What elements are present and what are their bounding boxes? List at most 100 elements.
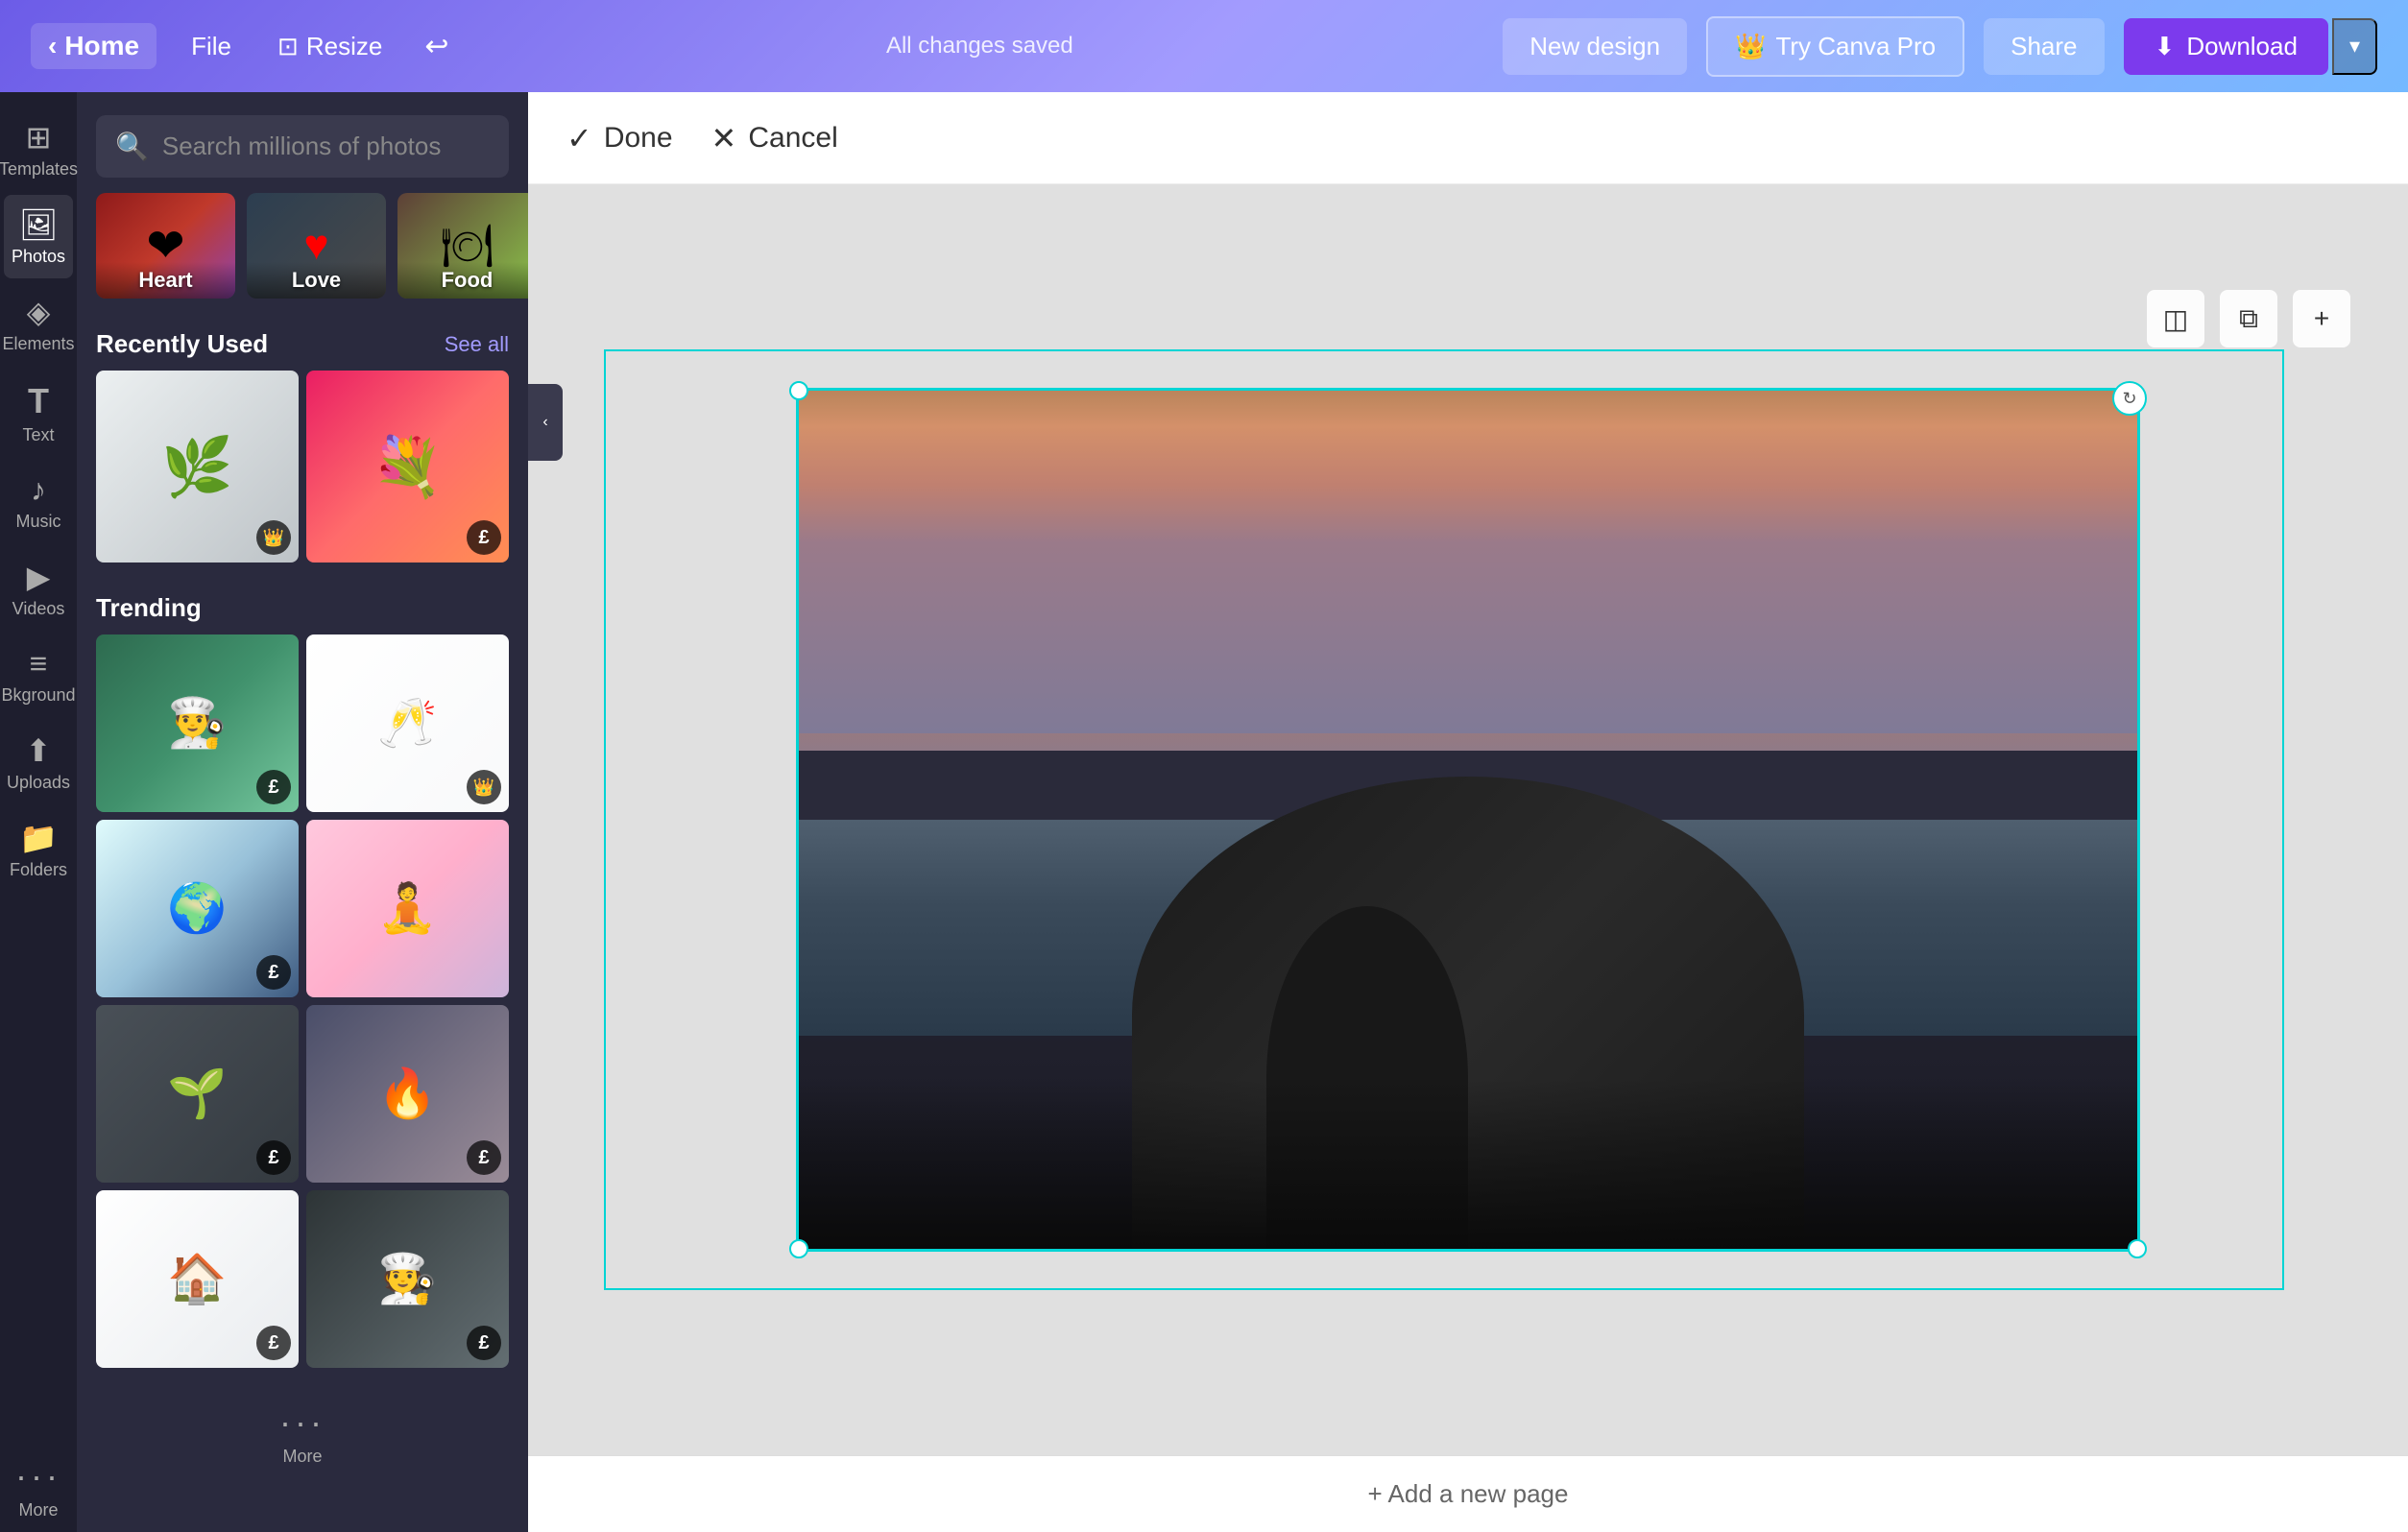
sidebar-item-more[interactable]: ··· More: [4, 1445, 73, 1532]
sidebar-item-videos[interactable]: ▶ Videos: [4, 547, 73, 631]
search-bar: 🔍: [96, 115, 509, 178]
sidebar-item-music[interactable]: ♪ Music: [4, 461, 73, 543]
recently-used-header: Recently Used See all: [77, 314, 528, 371]
sidebar-photos-label: Photos: [12, 247, 65, 267]
photos-icon: 🖼: [19, 206, 59, 243]
sidebar-background-label: Bkground: [1, 685, 75, 706]
folders-icon: 📁: [19, 820, 58, 856]
new-design-button[interactable]: New design: [1503, 18, 1687, 75]
uploads-icon: ⬆: [26, 732, 52, 769]
check-icon: ✓: [566, 120, 592, 156]
resize-icon: ⊡: [277, 32, 299, 61]
sidebar-folders-label: Folders: [10, 860, 67, 880]
done-button[interactable]: ✓ Done: [566, 120, 673, 156]
foreground-dark: [796, 1079, 2140, 1252]
trending-title: Trending: [96, 593, 202, 623]
sidebar-templates-label: Templates: [0, 159, 78, 180]
canvas-floating-toolbar: ◫ ⧉ +: [2147, 290, 2350, 347]
trending-photo-2[interactable]: 🥂 👑: [306, 634, 509, 812]
search-icon: 🔍: [115, 131, 149, 162]
hide-panel-button[interactable]: ‹: [528, 384, 563, 461]
videos-icon: ▶: [27, 559, 51, 595]
copy-style-button[interactable]: ◫: [2147, 290, 2204, 347]
duplicate-button[interactable]: ⧉: [2220, 290, 2277, 347]
chip-food-label: Food: [397, 262, 528, 299]
recently-used-grid: 🌿 👑 💐 £: [77, 371, 528, 578]
sidebar-item-templates[interactable]: ⊞ Templates: [4, 108, 73, 191]
top-navigation: ‹ Home File ⊡ Resize ↩ All changes saved…: [0, 0, 2408, 92]
crown-icon: 👑: [1735, 32, 1766, 61]
try-pro-button[interactable]: 👑 Try Canva Pro: [1706, 16, 1964, 77]
more-label: More: [282, 1447, 322, 1467]
chip-love[interactable]: ♥ Love: [247, 193, 386, 299]
add-page-button[interactable]: + Add a new page: [528, 1455, 2408, 1532]
trending-photo-8[interactable]: 🧑‍🍳 £: [306, 1190, 509, 1368]
search-input[interactable]: [162, 132, 490, 161]
sidebar-elements-label: Elements: [2, 334, 74, 354]
category-chips: ❤ Heart ♥ Love 🍽 Food ›: [77, 193, 528, 314]
chip-heart[interactable]: ❤ Heart: [96, 193, 235, 299]
sidebar-item-background[interactable]: ≡ Bkground: [4, 634, 73, 717]
canvas-scroll: ◫ ⧉ +: [528, 184, 2408, 1455]
hide-panel-icon: ‹: [542, 414, 547, 431]
add-button[interactable]: +: [2293, 290, 2350, 347]
chevron-down-icon: ▾: [2349, 34, 2360, 58]
trending-header: Trending: [77, 578, 528, 634]
download-icon: ⬇: [2155, 32, 2176, 61]
sidebar-item-photos[interactable]: 🖼 Photos: [4, 195, 73, 278]
more-dots-icon: ···: [279, 1402, 325, 1443]
image-canvas[interactable]: ↻: [796, 388, 2140, 1252]
share-button[interactable]: Share: [1984, 18, 2104, 75]
crown-badge-1: 👑: [256, 520, 291, 555]
undo-button[interactable]: ↩: [417, 22, 456, 71]
sidebar-item-uploads[interactable]: ⬆ Uploads: [4, 721, 73, 804]
pound-badge-3: £: [256, 770, 291, 804]
trending-photo-1[interactable]: 👨‍🍳 £: [96, 634, 299, 812]
elements-icon: ◈: [27, 294, 51, 330]
more-icon: ···: [15, 1456, 61, 1496]
resize-button[interactable]: ⊡ Resize: [266, 24, 394, 69]
recent-photo-2[interactable]: 💐 £: [306, 371, 509, 563]
chip-food[interactable]: 🍽 Food: [397, 193, 528, 299]
trending-grid: 👨‍🍳 £ 🥂 👑 🌍 £ 🧘 🌱 £ 🔥 £ 🏠 £ 🧑‍🍳 £: [77, 634, 528, 1383]
more-button[interactable]: ··· More: [77, 1383, 528, 1486]
pound-badge-10: £: [467, 1326, 501, 1360]
sidebar-item-elements[interactable]: ◈ Elements: [4, 282, 73, 366]
home-button[interactable]: ‹ Home: [31, 23, 157, 69]
pound-badge-2: £: [467, 520, 501, 555]
trending-photo-5[interactable]: 🌱 £: [96, 1005, 299, 1183]
download-group: ⬇ Download ▾: [2124, 18, 2377, 75]
background-icon: ≡: [30, 646, 48, 682]
sidebar-more-label: More: [18, 1500, 58, 1520]
recent-photo-1[interactable]: 🌿 👑: [96, 371, 299, 563]
download-button[interactable]: ⬇ Download: [2124, 18, 2328, 75]
music-icon: ♪: [31, 472, 46, 508]
cancel-button[interactable]: ✕ Cancel: [711, 120, 838, 156]
sidebar-item-folders[interactable]: 📁 Folders: [4, 808, 73, 892]
edit-toolbar: ✓ Done ✕ Cancel: [528, 92, 2408, 184]
home-label: Home: [64, 31, 139, 61]
file-button[interactable]: File: [180, 24, 243, 69]
sidebar-text-label: Text: [22, 425, 54, 445]
trending-photo-7[interactable]: 🏠 £: [96, 1190, 299, 1368]
chip-love-label: Love: [247, 262, 386, 299]
text-icon: T: [28, 381, 49, 421]
canvas-image: [796, 388, 2140, 1252]
see-all-button[interactable]: See all: [445, 332, 509, 357]
sidebar-videos-label: Videos: [12, 599, 65, 619]
download-options-button[interactable]: ▾: [2332, 18, 2377, 75]
sidebar-uploads-label: Uploads: [7, 773, 70, 793]
duplicate-icon: ⧉: [2239, 303, 2258, 335]
trending-photo-6[interactable]: 🔥 £: [306, 1005, 509, 1183]
trending-photo-4[interactable]: 🧘: [306, 820, 509, 997]
templates-icon: ⊞: [26, 119, 52, 156]
crown-badge-4: 👑: [467, 770, 501, 804]
sky-layer: [796, 388, 2140, 777]
sidebar-item-text[interactable]: T Text: [4, 370, 73, 457]
chip-heart-label: Heart: [96, 262, 235, 299]
x-icon: ✕: [711, 120, 737, 156]
chevron-left-icon: ‹: [48, 31, 57, 61]
pound-badge-7: £: [256, 1140, 291, 1175]
trending-photo-3[interactable]: 🌍 £: [96, 820, 299, 997]
pound-badge-5: £: [256, 955, 291, 990]
